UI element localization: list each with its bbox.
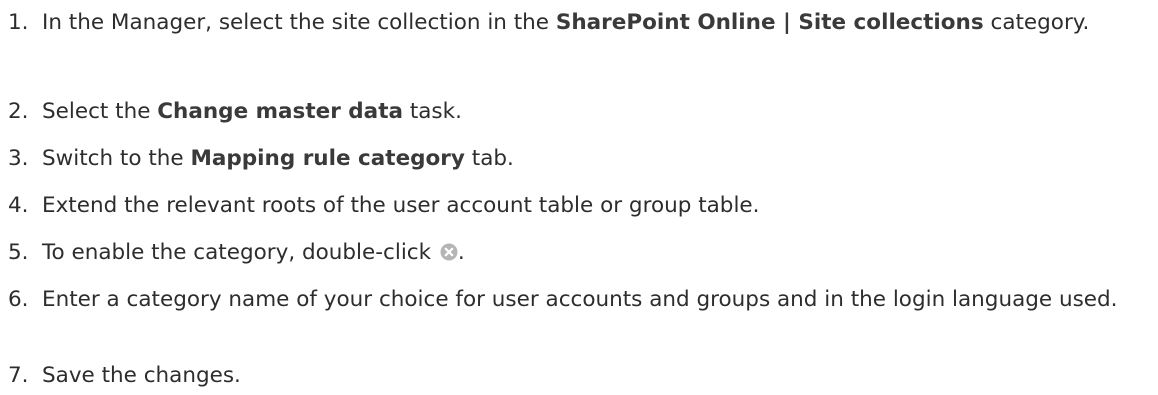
step-text: Save the changes. — [42, 363, 241, 388]
step-2: 2. Select the Change master data task. — [8, 97, 1128, 127]
step-text-bold: SharePoint Online | Site collections — [555, 10, 984, 35]
step-6: 6. Enter a category name of your choice … — [8, 285, 1128, 315]
step-text-post: task. — [402, 99, 462, 124]
step-number: 6. — [8, 287, 29, 312]
step-text-pre: To enable the category, double-click — [42, 240, 438, 265]
step-number: 3. — [8, 146, 29, 171]
step-number: 5. — [8, 240, 29, 265]
step-text-pre: In the Manager, select the site collecti… — [42, 10, 556, 35]
step-text-bold: Change master data — [157, 99, 403, 124]
step-text: Extend the relevant roots of the user ac… — [42, 193, 760, 218]
step-text-post: category. — [983, 10, 1090, 35]
step-7: 7. Save the changes. — [8, 361, 1128, 391]
step-text: Select the Change master data task. — [42, 97, 1128, 127]
step-1: 1. In the Manager, select the site colle… — [8, 8, 1128, 38]
step-text: Switch to the Mapping rule category tab. — [42, 144, 1128, 174]
step-number: 1. — [8, 10, 29, 35]
step-number: 2. — [8, 99, 29, 124]
step-text-pre: Switch to the — [42, 146, 191, 171]
step-4: 4. Extend the relevant roots of the user… — [8, 191, 1128, 221]
step-text: To enable the category, double-click . — [42, 238, 1128, 268]
step-number: 7. — [8, 363, 29, 388]
disabled-x-icon — [440, 243, 458, 261]
step-5: 5. To enable the category, double-click … — [8, 238, 1128, 268]
step-number: 4. — [8, 193, 29, 218]
step-text-post: tab. — [464, 146, 514, 171]
step-text-bold: Mapping rule category — [190, 146, 465, 171]
step-text-post: . — [457, 240, 465, 265]
step-text: In the Manager, select the site collecti… — [42, 8, 1128, 38]
step-text: Enter a category name of your choice for… — [42, 287, 1118, 312]
step-3: 3. Switch to the Mapping rule category t… — [8, 144, 1128, 174]
step-text-pre: Select the — [42, 99, 158, 124]
